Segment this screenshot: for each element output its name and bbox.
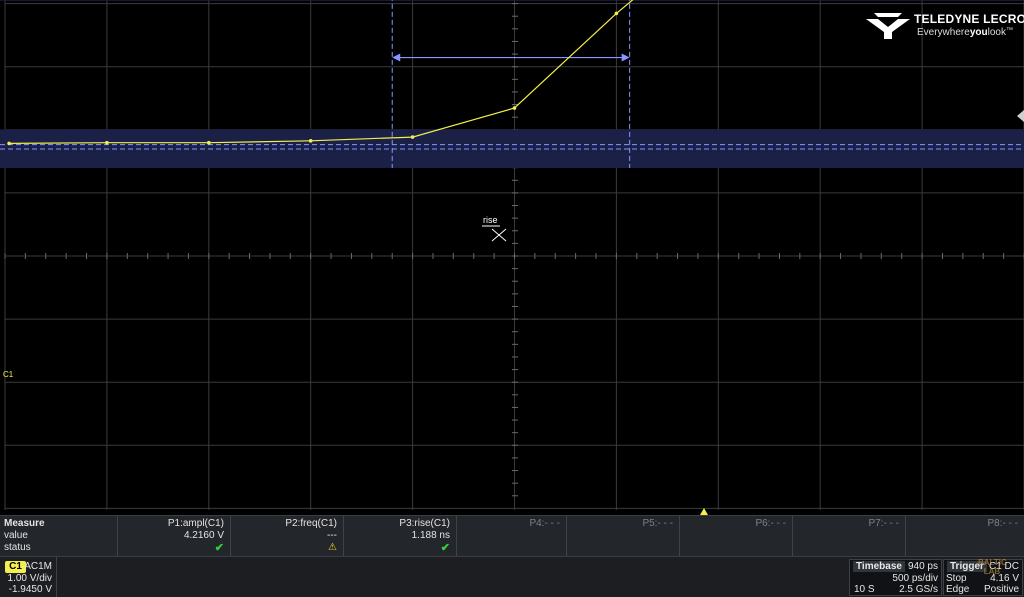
param-header: P2:freq(C1) — [285, 518, 337, 529]
param-header: P6:- - - — [755, 518, 786, 529]
timebase-srate: 2.5 GS/s — [899, 584, 938, 595]
trigger-source: C1 DC — [988, 561, 1019, 572]
tagline-trademark: ™ — [1005, 27, 1013, 34]
measure-row-labels: Measure value status — [0, 516, 117, 556]
waveform-sample-point — [410, 135, 415, 139]
timebase-title: Timebase — [853, 561, 905, 572]
waveform-sample-point — [308, 139, 313, 143]
param-header: P7:- - - — [868, 518, 899, 529]
tagline-bold: you — [969, 27, 988, 38]
rise-annotation: rise — [483, 215, 498, 225]
waveform-grid[interactable]: rise C1 — [0, 0, 1024, 515]
tagline-post: look — [987, 27, 1006, 38]
param-value: 4.2160 V — [183, 530, 224, 541]
trigger-title: Trigger — [947, 561, 987, 572]
measure-param-p4[interactable]: P4:- - - — [456, 516, 566, 556]
upper-threshold-band — [0, 0, 1024, 1]
measure-param-p5[interactable]: P5:- - - — [566, 516, 679, 556]
channel-ground-marker[interactable]: C1 — [3, 370, 14, 379]
measure-row-label-status: status — [4, 542, 31, 553]
measure-param-p2[interactable]: P2:freq(C1) --- ⚠ — [230, 516, 343, 556]
brand-company: TELEDYNE LECROY — [914, 12, 1024, 26]
channel-descriptor-c1[interactable]: C1 AC1M 1.00 V/div -1.9450 V — [0, 557, 57, 597]
trigger-level-marker[interactable] — [1017, 110, 1024, 122]
descriptor-bar: C1 AC1M 1.00 V/div -1.9450 V Timebase 94… — [0, 556, 1024, 597]
param-header: P8:- - - — [987, 518, 1018, 529]
measure-param-p1[interactable]: P1:ampl(C1) 4.2160 V ✔ — [117, 516, 230, 556]
rise-arrow-left-head — [392, 53, 401, 62]
measure-row-label-value: value — [4, 530, 28, 541]
trigger-slope: Positive — [983, 584, 1019, 595]
param-header: P3:rise(C1) — [399, 518, 450, 529]
param-value: 1.188 ns — [411, 530, 450, 541]
waveform-sample-point — [7, 141, 11, 146]
channel-badge[interactable]: C1 — [5, 561, 26, 573]
param-value — [461, 530, 560, 542]
status-warning-icon: ⚠ — [328, 542, 337, 553]
trigger-type: Edge — [946, 584, 970, 595]
param-value — [684, 530, 786, 542]
tagline-pre: Everywhere — [917, 27, 970, 38]
param-value — [797, 530, 899, 542]
timebase-descriptor[interactable]: Timebase 940 ps 500 ps/div 10 S 2.5 GS/s — [849, 559, 942, 596]
waveform-sample-point — [207, 140, 211, 145]
measure-param-p7[interactable]: P7:- - - — [792, 516, 905, 556]
timebase-delay: 940 ps — [907, 561, 938, 572]
measure-title[interactable]: Measure — [4, 518, 111, 530]
measure-table[interactable]: Measure value status P1:ampl(C1) 4.2160 V… — [0, 515, 1024, 556]
status-ok-icon: ✔ — [214, 542, 224, 554]
teledyne-lecroy-logo: TELEDYNE LECROY Everywhereyoulook™ — [866, 12, 1024, 42]
param-header: P1:ampl(C1) — [167, 518, 224, 529]
param-value: --- — [327, 530, 337, 541]
param-value — [571, 530, 673, 542]
grid-lines — [4, 0, 1024, 510]
param-value — [910, 530, 1018, 542]
measure-param-p8[interactable]: P8:- - - — [905, 516, 1024, 556]
waveform-display[interactable]: rise C1 TELEDYNE LECROY Everywhereyouloo… — [0, 0, 1024, 515]
param-header: P4:- - - — [529, 518, 560, 529]
trigger-descriptor[interactable]: Trigger C1 DC Stop 4.16 V Edge Positive … — [943, 558, 1023, 596]
status-ok-icon: ✔ — [440, 542, 450, 554]
waveform-sample-point — [512, 106, 517, 110]
rise-arrow-right-head — [621, 53, 630, 62]
trigger-position-marker[interactable] — [700, 508, 708, 515]
channel-coupling: AC1M — [24, 561, 52, 572]
waveform-sample-point — [614, 11, 619, 16]
measure-param-p3[interactable]: P3:rise(C1) 1.188 ns ✔ — [343, 516, 456, 556]
param-header: P5:- - - — [642, 518, 673, 529]
channel-offset: -1.9450 V — [8, 584, 52, 595]
measure-param-p6[interactable]: P6:- - - — [679, 516, 792, 556]
brand-tagline: Everywhereyoulook™ — [917, 27, 1013, 38]
teledyne-logo-icon — [866, 13, 910, 39]
timebase-samples: 10 S — [854, 584, 875, 595]
waveform-sample-point — [105, 140, 109, 145]
